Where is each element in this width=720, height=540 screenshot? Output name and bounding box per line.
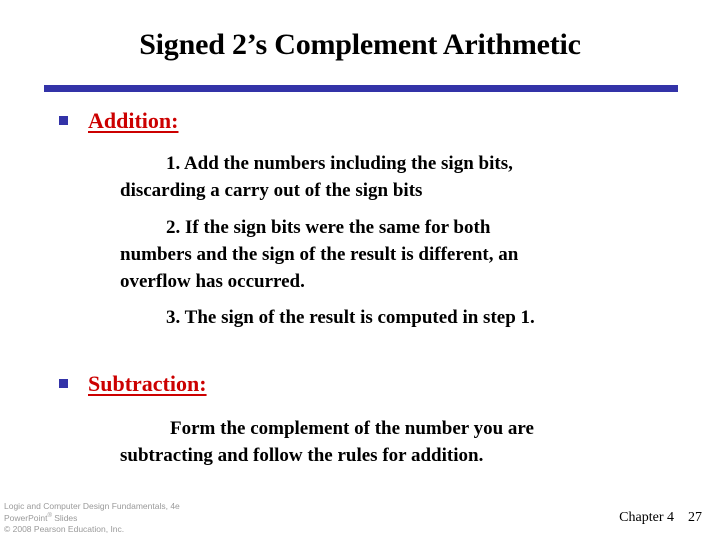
list-item-line: numbers and the sign of the result is di… xyxy=(120,244,519,265)
page-number: 27 xyxy=(688,510,702,525)
section-heading-label: Subtraction: xyxy=(88,371,207,396)
section-subtraction: Subtraction: Form the complement of the … xyxy=(0,367,720,469)
list-item-line: 1. Add the numbers including the sign bi… xyxy=(166,153,513,174)
square-bullet-icon xyxy=(59,379,68,388)
list-item-line: 2. If the sign bits were the same for bo… xyxy=(166,217,491,238)
list-item-line: subtracting and follow the rules for add… xyxy=(120,445,484,466)
chapter-label: Chapter 4 xyxy=(619,510,674,525)
list-item-line: discarding a carry out of the sign bits xyxy=(120,180,423,201)
list-item-line: overflow has occurred. xyxy=(120,271,305,292)
footer-credit: Logic and Computer Design Fundamentals, … xyxy=(4,501,180,534)
list-item: 1. Add the numbers including the sign bi… xyxy=(0,150,720,204)
list-item-line: Form the complement of the number you ar… xyxy=(170,418,534,439)
list-item: Form the complement of the number you ar… xyxy=(0,415,720,469)
slide-body: Addition: 1. Add the numbers including t… xyxy=(0,104,720,469)
section-heading-addition: Addition: xyxy=(0,104,720,138)
section-addition: Addition: 1. Add the numbers including t… xyxy=(0,104,720,331)
footer-credit-product-suffix: Slides xyxy=(51,513,78,523)
footer-credit-line-3: © 2008 Pearson Education, Inc. xyxy=(4,523,125,534)
title-divider xyxy=(44,85,678,92)
footer-credit-line-1: Logic and Computer Design Fundamentals, … xyxy=(4,500,180,511)
footer-credit-product: PowerPoint xyxy=(4,513,48,523)
square-bullet-icon xyxy=(59,116,68,125)
footer-right: Chapter 4 27 xyxy=(619,510,702,526)
page-title: Signed 2’s Complement Arithmetic xyxy=(139,28,581,61)
footer-credit-line-2: PowerPoint® Slides xyxy=(4,511,180,523)
section-heading-subtraction: Subtraction: xyxy=(0,367,720,401)
section-heading-label: Addition: xyxy=(88,108,179,133)
list-item-line: 3. The sign of the result is computed in… xyxy=(166,307,535,328)
slide: Signed 2’s Complement Arithmetic Additio… xyxy=(0,0,720,540)
list-item: 3. The sign of the result is computed in… xyxy=(0,304,720,331)
list-item: 2. If the sign bits were the same for bo… xyxy=(0,214,720,295)
